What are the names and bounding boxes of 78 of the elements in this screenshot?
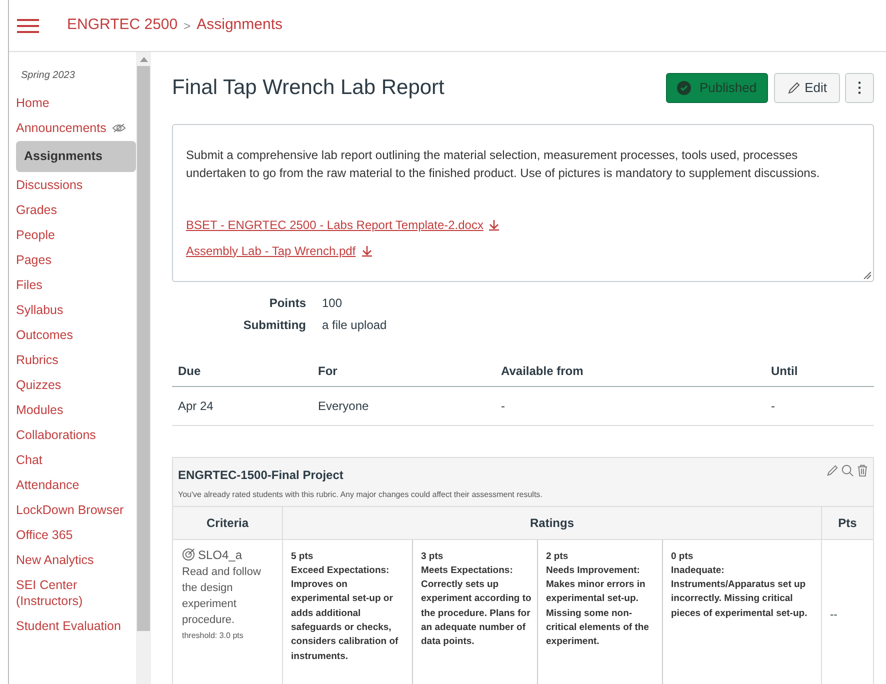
- nav-link[interactable]: Collaborations: [16, 426, 96, 443]
- criterion-description: Read and follow the design experiment procedure.: [182, 564, 262, 628]
- nav-link[interactable]: Home: [16, 95, 50, 111]
- trash-icon[interactable]: [856, 464, 869, 476]
- rating-title: Exceed Expectations:: [291, 564, 390, 578]
- rating-title: Meets Expectations:: [421, 564, 514, 578]
- file-link[interactable]: BSET - ENGRTEC 2500 - Labs Report Template-2.docx: [186, 216, 484, 234]
- published-button[interactable]: Published: [666, 72, 768, 103]
- nav-link[interactable]: Outcomes: [16, 326, 73, 343]
- nav-link[interactable]: People: [16, 226, 55, 243]
- nav-link[interactable]: Assignments: [16, 141, 136, 172]
- rating-title: Needs Improvement:: [546, 564, 641, 578]
- breadcrumb-separator: >: [184, 18, 191, 34]
- nav-link[interactable]: Student Evaluation: [16, 618, 121, 634]
- column-header: Criteria: [205, 514, 250, 532]
- more-options-button[interactable]: ⋮: [845, 72, 874, 103]
- rubric-note: You've already rated students with this rubric. Any major changes could affect their assessment results.: [178, 488, 544, 500]
- nav-link[interactable]: Pages: [16, 252, 52, 268]
- column-header: Pts: [821, 506, 873, 538]
- rubric-title: ENGRTEC-1500-Final Project: [178, 466, 344, 484]
- check-circle-icon: [677, 80, 692, 95]
- detail-label: Points: [268, 294, 306, 312]
- nav-link[interactable]: New Analytics: [16, 552, 94, 568]
- menu-icon[interactable]: [17, 18, 39, 34]
- detail-label: Submitting: [242, 316, 306, 334]
- nav-link[interactable]: Rubrics: [16, 352, 58, 368]
- nav-link[interactable]: Files: [16, 276, 42, 293]
- rating-title: Inadequate:: [671, 564, 726, 578]
- description-text: Submit a comprehensive lab report outlining the material selection, measurement processes, tools used, processes undertaken to go from the raw material to the finished product. Use of pictures is mandatory to supplement discussions.: [186, 146, 821, 182]
- column-header: Ratings: [282, 506, 821, 538]
- scrollbar[interactable]: [136, 52, 151, 684]
- table-cell: -: [765, 386, 874, 425]
- scroll-up-icon[interactable]: [140, 56, 148, 62]
- nav-link[interactable]: SEI Center (Instructors): [16, 576, 136, 609]
- rating-points: 2 pts: [546, 550, 570, 564]
- detail-value: 100: [322, 294, 344, 312]
- resize-handle-icon[interactable]: [863, 270, 871, 278]
- edit-button[interactable]: Edit: [774, 72, 840, 103]
- scrollbar-thumb[interactable]: [137, 66, 150, 631]
- rating-description: Correctly sets up experiment according to the procedure. Plans for an adequate number of data points.: [421, 578, 532, 650]
- rating-points: 0 pts: [671, 550, 694, 564]
- breadcrumb-link[interactable]: ENGRTEC 2500: [67, 14, 178, 37]
- nav-link[interactable]: Announcements: [16, 120, 106, 136]
- nav-link[interactable]: LockDown Browser: [16, 502, 124, 518]
- table-cell: Apr 24: [172, 386, 312, 425]
- search-icon[interactable]: [841, 464, 854, 476]
- pencil-icon: [786, 80, 801, 95]
- page-title: Final Tap Wrench Lab Report: [172, 75, 446, 101]
- nav-link[interactable]: Chat: [16, 452, 42, 468]
- download-icon[interactable]: [360, 244, 373, 256]
- nav-link[interactable]: Syllabus: [16, 302, 64, 318]
- pencil-icon[interactable]: [826, 464, 839, 476]
- rating-points: 3 pts: [421, 550, 444, 564]
- column-header: Available from: [495, 356, 765, 386]
- nav-link[interactable]: Attendance: [16, 476, 80, 493]
- points-cell-text: --: [830, 608, 838, 623]
- table-cell: -: [495, 386, 765, 425]
- rating-description: Improves on experimental set-up or adds additional safeguards or checks, considers calibration of instruments.: [291, 578, 400, 664]
- nav-link[interactable]: Office 365: [16, 526, 73, 543]
- rating-description: Makes minor errors in experimental set-up. Missing some non-critical elements of the experiment.: [546, 578, 650, 650]
- threshold-label: threshold: 3.0 pts: [182, 630, 244, 642]
- table-cell: Everyone: [312, 386, 495, 425]
- target-icon: [182, 548, 195, 561]
- column-header: For: [312, 356, 495, 386]
- column-header: Due: [172, 356, 312, 386]
- column-header: Until: [765, 356, 874, 386]
- detail-value: a file upload: [322, 316, 388, 334]
- breadcrumb-link[interactable]: Assignments: [196, 14, 282, 37]
- download-icon[interactable]: [488, 218, 500, 230]
- outcome-label: SLO4_a: [198, 546, 242, 562]
- nav-link[interactable]: Quizzes: [16, 376, 62, 393]
- term-label: Spring 2023: [20, 69, 76, 83]
- rating-description: Instruments/Apparatus set up incorrectly. Missing critical pieces of experimental set-up.: [671, 578, 808, 621]
- rating-points: 5 pts: [291, 550, 314, 564]
- nav-link[interactable]: Grades: [16, 202, 57, 218]
- nav-link[interactable]: Modules: [16, 402, 64, 418]
- file-link[interactable]: Assembly Lab - Tap Wrench.pdf: [186, 242, 356, 260]
- nav-link[interactable]: Discussions: [16, 176, 83, 193]
